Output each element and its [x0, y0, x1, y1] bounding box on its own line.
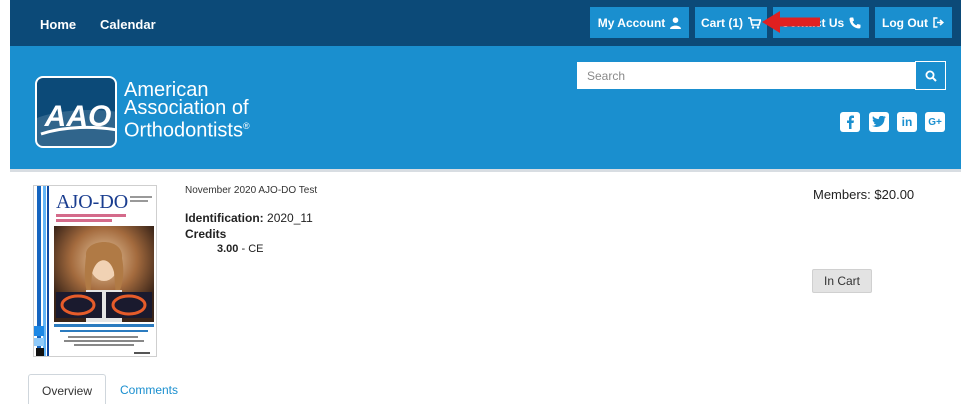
organization-name[interactable]: American Association of Orthodontists®: [124, 80, 250, 142]
journal-cover-image[interactable]: AJO-DO: [33, 185, 157, 357]
search-input[interactable]: [577, 62, 916, 89]
credits-type: - CE: [241, 243, 264, 255]
log-out-label: Log Out: [882, 15, 928, 30]
credits-heading: Credits: [185, 227, 227, 241]
tab-comments[interactable]: Comments: [120, 383, 178, 397]
member-price: Members: $20.00: [813, 187, 915, 202]
cart-button[interactable]: Cart (1): [695, 7, 767, 38]
my-account-label: My Account: [597, 15, 666, 30]
linkedin-icon[interactable]: in: [897, 112, 917, 132]
registered-mark: ®: [242, 121, 250, 131]
aao-logo-badge[interactable]: AAO: [35, 76, 117, 148]
cart-label: Cart (1): [700, 15, 743, 30]
log-out-button[interactable]: Log Out: [875, 7, 952, 38]
search-button[interactable]: [915, 61, 946, 90]
banner-divider: [10, 169, 961, 172]
logo-line-2: Association of: [124, 97, 249, 119]
shopping-cart-icon: [748, 16, 761, 29]
facebook-icon[interactable]: [840, 112, 860, 132]
logo-line-3: Orthodontists: [124, 119, 243, 142]
google-plus-icon[interactable]: G+: [925, 112, 945, 132]
header-banner: AAO American Association of Orthodontist…: [10, 46, 961, 169]
nav-calendar[interactable]: Calendar: [100, 17, 156, 32]
identification-value: 2020_11: [267, 211, 313, 225]
user-icon: [670, 16, 682, 29]
cover-journal-title: AJO-DO: [56, 191, 128, 213]
identification-label: Identification:: [185, 211, 264, 225]
sign-out-icon: [933, 17, 944, 28]
phone-icon: [849, 17, 861, 28]
aao-logo-icon: AAO: [37, 100, 115, 146]
twitter-icon[interactable]: [869, 112, 889, 132]
search-icon: [925, 70, 937, 82]
credits-row: 3.00 - CE: [217, 243, 263, 255]
credits-amount: 3.00: [217, 243, 239, 255]
in-cart-button[interactable]: In Cart: [812, 269, 872, 293]
cover-illustration: AJO-DO: [34, 186, 156, 356]
my-account-button[interactable]: My Account: [590, 7, 689, 38]
annotation-arrow-icon: [762, 11, 820, 33]
identification-row: Identification: 2020_11: [185, 211, 313, 225]
tab-overview[interactable]: Overview: [28, 374, 106, 404]
nav-home[interactable]: Home: [40, 17, 76, 32]
product-title: November 2020 AJO-DO Test: [185, 185, 318, 196]
